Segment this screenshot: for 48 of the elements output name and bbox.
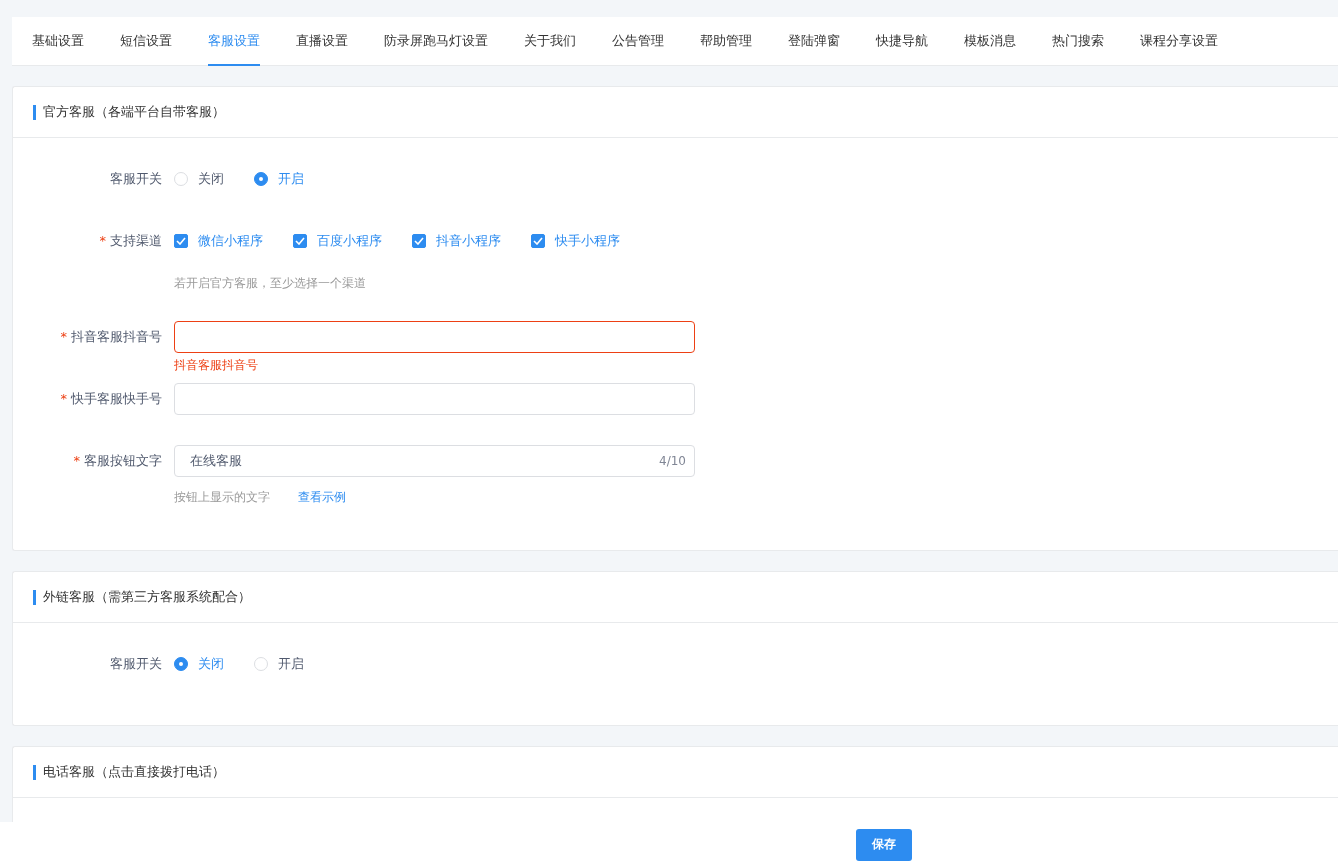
- tab[interactable]: 短信设置: [120, 17, 172, 66]
- card-title: 外链客服（需第三方客服系统配合）: [43, 588, 251, 606]
- tab[interactable]: 快捷导航: [876, 17, 928, 66]
- field-label: 客服按钮文字: [84, 453, 162, 468]
- help-text: 若开启官方客服，至少选择一个渠道: [174, 275, 366, 291]
- radio-option[interactable]: 关闭: [174, 170, 224, 188]
- accent-bar: [33, 104, 36, 120]
- tab[interactable]: 防录屏跑马灯设置: [384, 17, 488, 66]
- accent-bar: [33, 589, 36, 605]
- input-field[interactable]: [174, 321, 695, 353]
- required-mark: *: [60, 329, 67, 344]
- radio-option[interactable]: 关闭: [174, 655, 224, 673]
- input-field[interactable]: 在线客服 4/10: [174, 445, 695, 477]
- tab[interactable]: 客服设置: [208, 17, 260, 66]
- required-mark: *: [99, 233, 106, 248]
- checkbox-option[interactable]: 抖音小程序: [412, 232, 501, 250]
- required-mark: *: [73, 453, 80, 468]
- accent-bar: [33, 764, 36, 780]
- check-icon: [414, 237, 424, 245]
- char-counter: 4/10: [659, 454, 686, 468]
- tab[interactable]: 登陆弹窗: [788, 17, 840, 66]
- field-label: 客服开关: [110, 171, 162, 186]
- tab[interactable]: 热门搜索: [1052, 17, 1104, 66]
- check-icon: [533, 237, 543, 245]
- card-title: 电话客服（点击直接拨打电话）: [43, 763, 225, 781]
- field-label: 抖音客服抖音号: [71, 329, 162, 344]
- error-text: 抖音客服抖音号: [174, 357, 259, 373]
- tab[interactable]: 课程分享设置: [1140, 17, 1218, 66]
- tab[interactable]: 帮助管理: [700, 17, 752, 66]
- field-label: 客服开关: [110, 656, 162, 671]
- tab[interactable]: 直播设置: [296, 17, 348, 66]
- checkbox-option[interactable]: 快手小程序: [531, 232, 620, 250]
- tab[interactable]: 关于我们: [524, 17, 576, 66]
- tab[interactable]: 公告管理: [612, 17, 664, 66]
- check-icon: [176, 237, 186, 245]
- field-label: 支持渠道: [110, 233, 162, 248]
- tab[interactable]: 模板消息: [964, 17, 1016, 66]
- card-title: 官方客服（各端平台自带客服）: [43, 103, 225, 121]
- check-icon: [295, 237, 305, 245]
- example-link[interactable]: 查看示例: [298, 489, 346, 505]
- radio-option[interactable]: 开启: [254, 655, 304, 673]
- tab[interactable]: 基础设置: [32, 17, 84, 66]
- checkbox-option[interactable]: 微信小程序: [174, 232, 263, 250]
- required-mark: *: [60, 391, 67, 406]
- field-label: 快手客服快手号: [71, 391, 162, 406]
- help-text: 按钮上显示的文字: [174, 489, 270, 505]
- radio-option[interactable]: 开启: [254, 170, 304, 188]
- checkbox-option[interactable]: 百度小程序: [293, 232, 382, 250]
